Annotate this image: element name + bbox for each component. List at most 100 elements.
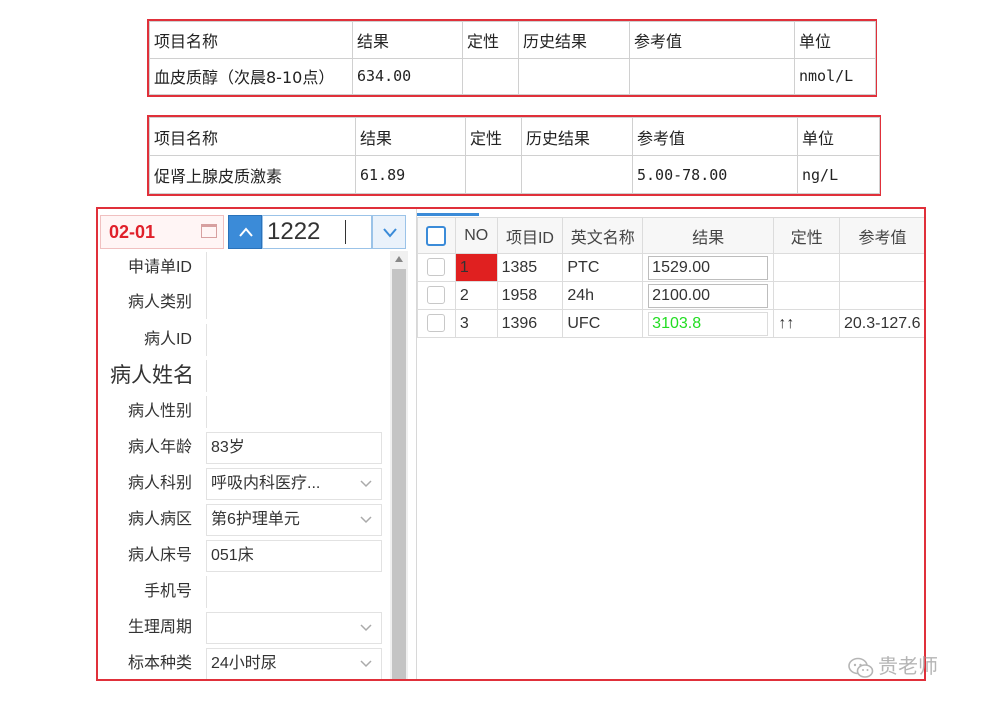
chevron-down-icon <box>360 660 372 668</box>
date-value: 02-01 <box>109 222 156 242</box>
header-history: 历史结果 <box>518 21 630 59</box>
specimen-select[interactable]: 24小时尿 <box>206 648 382 679</box>
cell-result: 61.89 <box>355 155 466 194</box>
row-patient-age: 病人年龄 83岁 <box>98 431 388 465</box>
patient-form-panel: 02-01 1222 申请单ID 病人类别 病人ID 病人姓名 病人性别 病人年… <box>98 209 414 679</box>
scroll-up-icon[interactable] <box>394 255 404 263</box>
cell-result[interactable]: 2100.00 <box>642 281 775 310</box>
patient-age-field[interactable]: 83岁 <box>206 432 382 464</box>
header-unit: 单位 <box>794 21 876 59</box>
row-request-id: 申请单ID <box>98 251 388 288</box>
form-scrollbar[interactable] <box>390 251 408 679</box>
chevron-up-icon <box>239 227 253 237</box>
form-fields: 申请单ID 病人类别 病人ID 病人姓名 病人性别 病人年龄 83岁 病人科别 … <box>98 251 388 679</box>
label-patient-id: 病人ID <box>143 331 192 348</box>
chevron-down-icon <box>360 480 372 488</box>
patient-type-field[interactable] <box>206 287 382 319</box>
lis-window: 02-01 1222 申请单ID 病人类别 病人ID 病人姓名 病人性别 病人年… <box>96 207 926 681</box>
row-department: 病人科别 呼吸内科医疗... <box>98 467 388 501</box>
select-all-checkbox[interactable] <box>417 217 456 254</box>
header-english-name: 英文名称 <box>562 217 644 254</box>
cell-result: 634.00 <box>352 57 463 95</box>
label-specimen: 标本种类 <box>127 655 192 672</box>
cell-reference <box>629 57 795 95</box>
request-id-field[interactable] <box>206 252 382 288</box>
specimen-value: 24小时尿 <box>211 655 277 672</box>
patient-name-field[interactable] <box>206 360 382 392</box>
calendar-icon[interactable] <box>201 224 217 238</box>
row-patient-sex: 病人性别 <box>98 395 388 429</box>
department-select[interactable]: 呼吸内科医疗... <box>206 468 382 500</box>
cell-reference: 5.00-78.00 <box>632 155 798 194</box>
header-no: NO <box>454 217 498 254</box>
header-history: 历史结果 <box>521 117 633 156</box>
header-qualitative: 定性 <box>773 217 840 254</box>
next-sample-button[interactable] <box>372 215 406 249</box>
table-row[interactable]: 3 1396 UFC 3103.8 ↑↑ 20.3-127.6 <box>417 309 924 338</box>
department-value: 呼吸内科医疗... <box>211 475 321 492</box>
header-item-name: 项目名称 <box>149 117 356 156</box>
cell-no: 2 <box>454 281 498 310</box>
cell-result[interactable]: 3103.8 <box>642 309 775 338</box>
header-qualitative: 定性 <box>462 21 519 59</box>
result-value[interactable]: 3103.8 <box>648 311 769 336</box>
row-patient-id: 病人ID <box>98 323 388 357</box>
table-row[interactable]: 1 1385 PTC 1529.00 <box>417 253 924 282</box>
cell-english-name: 24h <box>562 281 644 310</box>
cell-no: 3 <box>454 309 498 338</box>
result-value[interactable]: 1529.00 <box>648 255 769 280</box>
checkbox[interactable] <box>427 286 446 305</box>
cell-qualitative <box>773 281 840 310</box>
label-bed: 病人床号 <box>127 547 192 564</box>
row-specimen: 标本种类 24小时尿 <box>98 647 388 679</box>
cell-history <box>518 57 630 95</box>
cell-qualitative <box>465 155 522 194</box>
chevron-down-icon <box>360 624 372 632</box>
header-qualitative: 定性 <box>465 117 522 156</box>
grid-header-row: NO 项目ID 英文名称 结果 定性 参考值 <box>417 217 924 254</box>
label-patient-age: 病人年龄 <box>127 439 192 456</box>
row-cycle: 生理周期 <box>98 611 388 645</box>
date-picker[interactable]: 02-01 <box>100 215 224 249</box>
bed-field[interactable]: 051床 <box>206 540 382 572</box>
previous-sample-button[interactable] <box>228 215 262 249</box>
cell-qualitative: ↑↑ <box>773 309 840 338</box>
label-department: 病人科别 <box>127 475 192 492</box>
checkbox[interactable] <box>427 258 446 277</box>
checkbox[interactable] <box>427 314 446 333</box>
row-checkbox-cell[interactable] <box>417 281 456 310</box>
sample-number-input[interactable]: 1222 <box>262 215 372 249</box>
row-checkbox-cell[interactable] <box>417 309 456 338</box>
patient-sex-field[interactable] <box>206 396 382 428</box>
cell-unit: nmol/L <box>794 57 876 95</box>
row-bed: 病人床号 051床 <box>98 539 388 573</box>
patient-id-field[interactable] <box>206 324 382 356</box>
label-patient-name: 病人姓名 <box>110 364 194 387</box>
table-row: 促肾上腺皮质激素 61.89 5.00-78.00 ng/L <box>149 155 880 194</box>
ward-value: 第6护理单元 <box>211 511 300 528</box>
header-reference: 参考值 <box>632 117 798 156</box>
cell-english-name: UFC <box>562 309 644 338</box>
result-value[interactable]: 2100.00 <box>648 283 769 308</box>
label-phone: 手机号 <box>143 583 192 600</box>
cell-english-name: PTC <box>562 253 644 282</box>
cell-unit: ng/L <box>797 155 880 194</box>
scrollbar-thumb[interactable] <box>392 269 406 679</box>
table-header-row: 项目名称 结果 定性 历史结果 参考值 单位 <box>149 21 876 59</box>
header-reference: 参考值 <box>629 21 795 59</box>
table-row: 血皮质醇（次晨8-10点） 634.00 nmol/L <box>149 57 876 95</box>
label-request-id: 申请单ID <box>127 259 192 276</box>
ward-select[interactable]: 第6护理单元 <box>206 504 382 536</box>
cell-item-id: 1396 <box>496 309 564 338</box>
checkbox[interactable] <box>426 225 447 246</box>
row-checkbox-cell[interactable] <box>417 253 456 282</box>
result-table-acth: 项目名称 结果 定性 历史结果 参考值 单位 促肾上腺皮质激素 61.89 5.… <box>147 115 881 196</box>
cycle-select[interactable] <box>206 612 382 644</box>
result-table-cortisol: 项目名称 结果 定性 历史结果 参考值 单位 血皮质醇（次晨8-10点） 634… <box>147 19 877 97</box>
cell-qualitative <box>773 253 840 282</box>
cell-result[interactable]: 1529.00 <box>642 253 775 282</box>
phone-field[interactable] <box>206 576 382 608</box>
row-ward: 病人病区 第6护理单元 <box>98 503 388 537</box>
table-row[interactable]: 2 1958 24h 2100.00 <box>417 281 924 310</box>
row-patient-name: 病人姓名 <box>98 359 388 393</box>
